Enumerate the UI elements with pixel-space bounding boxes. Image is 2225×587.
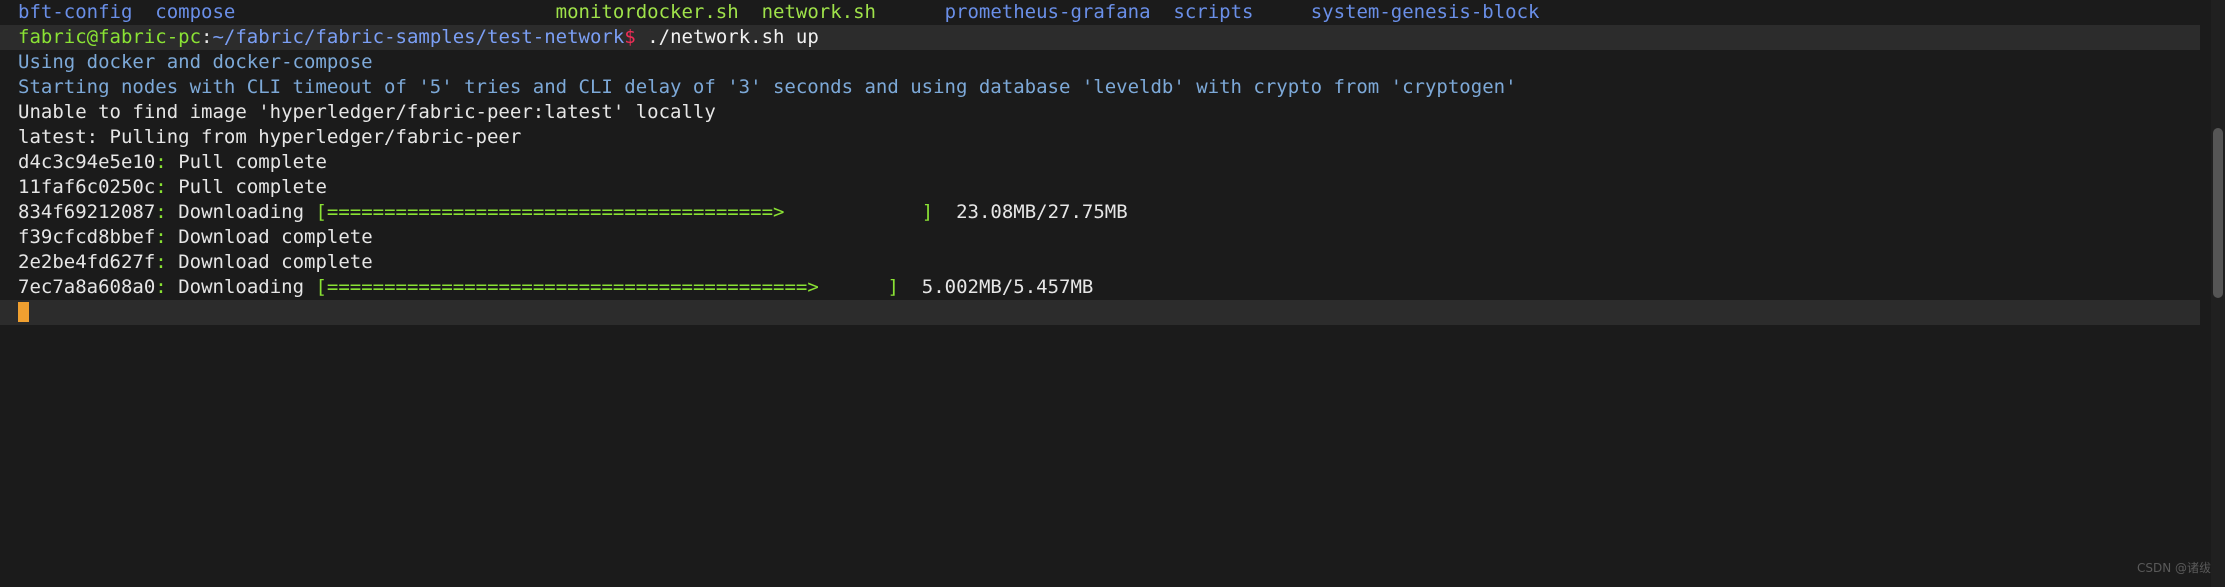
terminal-screen[interactable]: bft-config compose monitordocker.sh netw…: [0, 0, 2200, 587]
ls-output-row: bft-config compose monitordocker.sh netw…: [18, 0, 2200, 25]
layer-id: 834f69212087: [18, 201, 156, 223]
watermark: CSDN @诸绂: [2136, 561, 2211, 575]
layer-id: d4c3c94e5e10: [18, 151, 156, 173]
progress-size: 5.002MB/5.457MB: [898, 276, 1094, 298]
layer-status: Download complete: [167, 251, 373, 273]
layer-id: 2e2be4fd627f: [18, 251, 156, 273]
output-line-pulling-from: latest: Pulling from hyperledger/fabric-…: [18, 125, 2200, 150]
prompt-path: ~/fabric/fabric-samples/test-network: [212, 26, 625, 48]
layer-row: 7ec7a8a608a0: Downloading [=============…: [18, 275, 2200, 300]
layer-status-text: Downloading: [178, 201, 305, 223]
layer-colon: :: [155, 226, 167, 248]
layer-row: 2e2be4fd627f: Download complete: [18, 250, 2200, 275]
prompt-row[interactable]: fabric@fabric-pc:~/fabric/fabric-samples…: [0, 25, 2200, 50]
prompt-sigil: $: [624, 26, 636, 48]
output-line-starting-nodes: Starting nodes with CLI timeout of '5' t…: [18, 75, 2200, 100]
ls-entry-prometheus-grafana[interactable]: prometheus-grafana: [945, 1, 1151, 23]
layer-status: Download complete: [167, 226, 373, 248]
progress-bar-fill: [=======================================…: [315, 201, 785, 223]
layer-status: Pull complete: [167, 176, 327, 198]
ls-gap-5: [1151, 0, 1174, 25]
layer-colon: :: [155, 151, 167, 173]
layer-row: f39cfcd8bbef: Download complete: [18, 225, 2200, 250]
text-cursor: [18, 302, 29, 322]
layer-colon: :: [155, 176, 167, 198]
ls-entry-system-genesis-block[interactable]: system-genesis-block: [1311, 1, 1540, 23]
output-text: latest: Pulling from hyperledger/fabric-…: [18, 126, 522, 148]
layer-status-text: Downloading: [178, 276, 305, 298]
layer-colon: :: [155, 251, 167, 273]
layer-row: 11faf6c0250c: Pull complete: [18, 175, 2200, 200]
output-text: Using docker and docker-compose: [18, 51, 373, 73]
ls-entry-bft-config[interactable]: bft-config: [18, 1, 132, 23]
ls-gap-2: [235, 0, 555, 25]
layer-colon: :: [155, 276, 167, 298]
ls-entry-monitordocker-sh[interactable]: monitordocker.sh: [556, 1, 739, 23]
progress-bar-fill: [=======================================…: [315, 276, 819, 298]
ls-entry-network-sh[interactable]: network.sh: [762, 1, 876, 23]
scrollbar-thumb[interactable]: [2213, 128, 2223, 298]
layer-status: Downloading: [167, 276, 316, 298]
ls-gap-6: [1253, 0, 1310, 25]
prompt-user-host: fabric@fabric-pc: [18, 26, 202, 48]
terminal-window: bft-config compose monitordocker.sh netw…: [0, 0, 2225, 587]
command-input[interactable]: ./network.sh up: [636, 26, 819, 48]
layer-id: 7ec7a8a608a0: [18, 276, 156, 298]
ls-gap-4: [876, 0, 945, 25]
cursor-row[interactable]: [0, 300, 2200, 325]
progress-size: 23.08MB/27.75MB: [933, 201, 1128, 223]
ls-entry-compose[interactable]: compose: [155, 1, 235, 23]
layer-status-text: Pull complete: [178, 151, 327, 173]
layer-row: 834f69212087: Downloading [=============…: [18, 200, 2200, 225]
layer-status-text: Download complete: [178, 251, 373, 273]
layer-status: Downloading: [167, 201, 316, 223]
prompt-separator: :: [201, 26, 213, 48]
layer-colon: :: [155, 201, 167, 223]
layer-id: 11faf6c0250c: [18, 176, 156, 198]
ls-gap-1: [132, 0, 155, 25]
layer-row: d4c3c94e5e10: Pull complete: [18, 150, 2200, 175]
layer-status-text: Pull complete: [178, 176, 327, 198]
layer-status-text: Download complete: [178, 226, 373, 248]
layer-status: Pull complete: [167, 151, 327, 173]
output-line-using-docker: Using docker and docker-compose: [18, 50, 2200, 75]
output-line-unable-to-find: Unable to find image 'hyperledger/fabric…: [18, 100, 2200, 125]
progress-bar-remainder: ]: [818, 276, 899, 298]
ls-entry-scripts[interactable]: scripts: [1173, 1, 1253, 23]
progress-bar-remainder: ]: [784, 201, 934, 223]
output-text: Starting nodes with CLI timeout of '5' t…: [18, 76, 1517, 98]
scrollbar-track[interactable]: [2211, 0, 2225, 587]
ls-gap-3: [739, 0, 762, 25]
layer-id: f39cfcd8bbef: [18, 226, 156, 248]
output-text: Unable to find image 'hyperledger/fabric…: [18, 101, 716, 123]
